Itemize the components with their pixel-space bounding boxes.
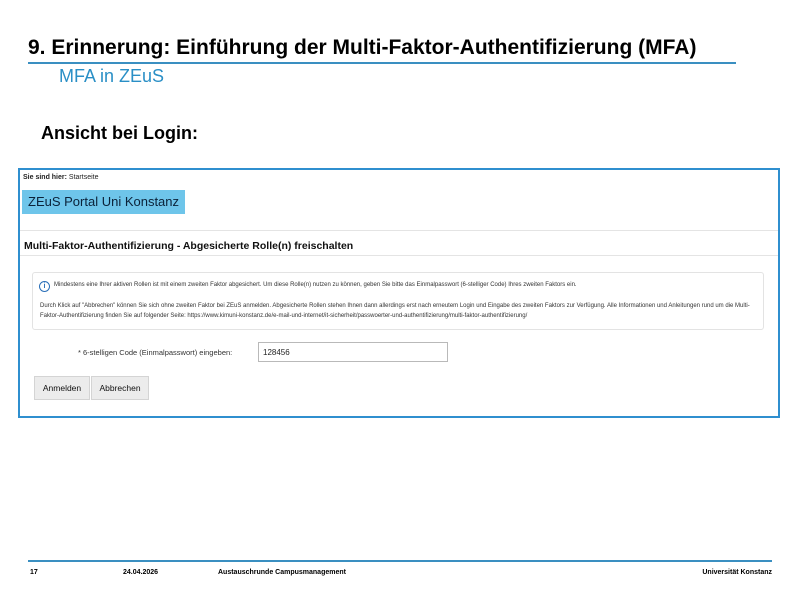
info-box: i Mindestens eine Ihrer aktiven Rollen i… bbox=[32, 272, 764, 330]
cancel-button[interactable]: Abbrechen bbox=[91, 376, 149, 400]
login-button[interactable]: Anmelden bbox=[34, 376, 90, 400]
section-heading: Ansicht bei Login: bbox=[41, 123, 198, 143]
panel-divider-top bbox=[20, 230, 778, 231]
portal-title: ZEuS Portal Uni Konstanz bbox=[22, 190, 186, 214]
panel-divider bbox=[20, 255, 778, 256]
footer-date: 24.04.2026 bbox=[123, 569, 159, 576]
footer-presentation-title: Austauschrunde Campusmanagement bbox=[218, 569, 346, 576]
code-input[interactable] bbox=[258, 342, 448, 362]
footer-institution: Universität Konstanz bbox=[702, 569, 772, 576]
breadcrumb: Sie sind hier: Startseite bbox=[23, 174, 99, 181]
title-rule bbox=[28, 62, 736, 64]
slide-title: 9. Erinnerung: Einführung der Multi-Fakt… bbox=[28, 36, 697, 59]
slide-subtitle: MFA in ZEuS bbox=[59, 66, 165, 86]
code-field-label: * 6-stelligen Code (Einmalpasswort) eing… bbox=[78, 348, 233, 357]
breadcrumb-label: Sie sind hier: bbox=[23, 174, 67, 181]
info-text-line2: Durch Klick auf "Abbrechen" können Sie s… bbox=[40, 303, 750, 319]
breadcrumb-home-link[interactable]: Startseite bbox=[69, 174, 99, 181]
info-text-line1: Mindestens eine Ihrer aktiven Rollen ist… bbox=[54, 282, 577, 288]
footer-page-number: 17 bbox=[30, 569, 38, 576]
login-screenshot: Sie sind hier: Startseite ZEuS Portal Un… bbox=[18, 168, 780, 418]
panel-title: Multi-Faktor-Authentifizierung - Abgesic… bbox=[24, 240, 354, 252]
info-icon: i bbox=[39, 281, 50, 292]
footer-rule bbox=[28, 560, 772, 562]
